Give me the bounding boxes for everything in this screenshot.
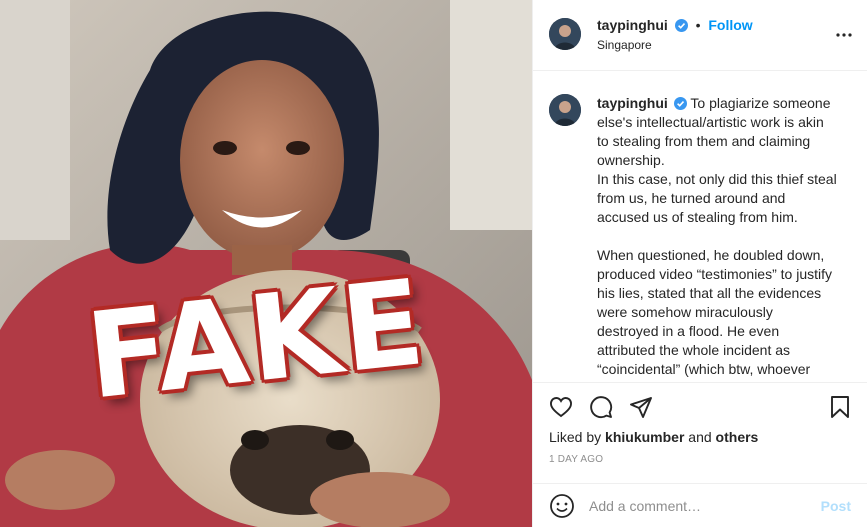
- liked-by-others-link[interactable]: others: [716, 429, 759, 445]
- comment-bubble-icon[interactable]: [589, 395, 613, 424]
- author-username[interactable]: taypinghui: [597, 17, 668, 33]
- post-comment-button[interactable]: Post: [821, 498, 851, 514]
- author-avatar[interactable]: [549, 18, 581, 50]
- like-heart-icon[interactable]: [549, 395, 573, 424]
- emoji-smiley-icon[interactable]: [549, 493, 575, 524]
- save-bookmark-icon[interactable]: [829, 395, 851, 424]
- verified-badge-icon: [674, 19, 688, 32]
- caption-text: To plagiarize someone else's intellectua…: [597, 95, 837, 382]
- post-location[interactable]: Singapore: [597, 38, 652, 52]
- follow-button[interactable]: Follow: [708, 17, 752, 33]
- post-timestamp[interactable]: 1 DAY AGO: [549, 454, 603, 465]
- share-send-icon[interactable]: [629, 395, 653, 424]
- add-comment-bar: Post: [533, 483, 867, 527]
- more-options-icon[interactable]: [835, 26, 853, 49]
- liked-by-user-link[interactable]: khiukumber: [605, 429, 684, 445]
- caption-author-avatar[interactable]: [549, 94, 581, 126]
- post-image[interactable]: FAKE: [0, 0, 532, 527]
- separator-dot: •: [695, 17, 701, 33]
- comment-input[interactable]: [589, 498, 809, 514]
- post-caption: taypinghui To plagiarize someone else's …: [597, 94, 837, 382]
- liked-by-and: and: [688, 429, 712, 445]
- liked-by-text: Liked by khiukumber and others: [549, 429, 758, 445]
- post-header: taypinghui • Follow Singapore: [533, 0, 867, 71]
- caption-username[interactable]: taypinghui: [597, 95, 668, 111]
- author-line: taypinghui • Follow: [597, 17, 753, 33]
- caption-verified-badge-icon: [673, 96, 687, 110]
- liked-by-prefix: Liked by: [549, 429, 602, 445]
- comments-section[interactable]: taypinghui To plagiarize someone else's …: [533, 72, 867, 382]
- post-actions: Liked by khiukumber and others 1 DAY AGO…: [533, 382, 867, 522]
- post-side-panel: taypinghui • Follow Singapore taypinghui…: [532, 0, 867, 527]
